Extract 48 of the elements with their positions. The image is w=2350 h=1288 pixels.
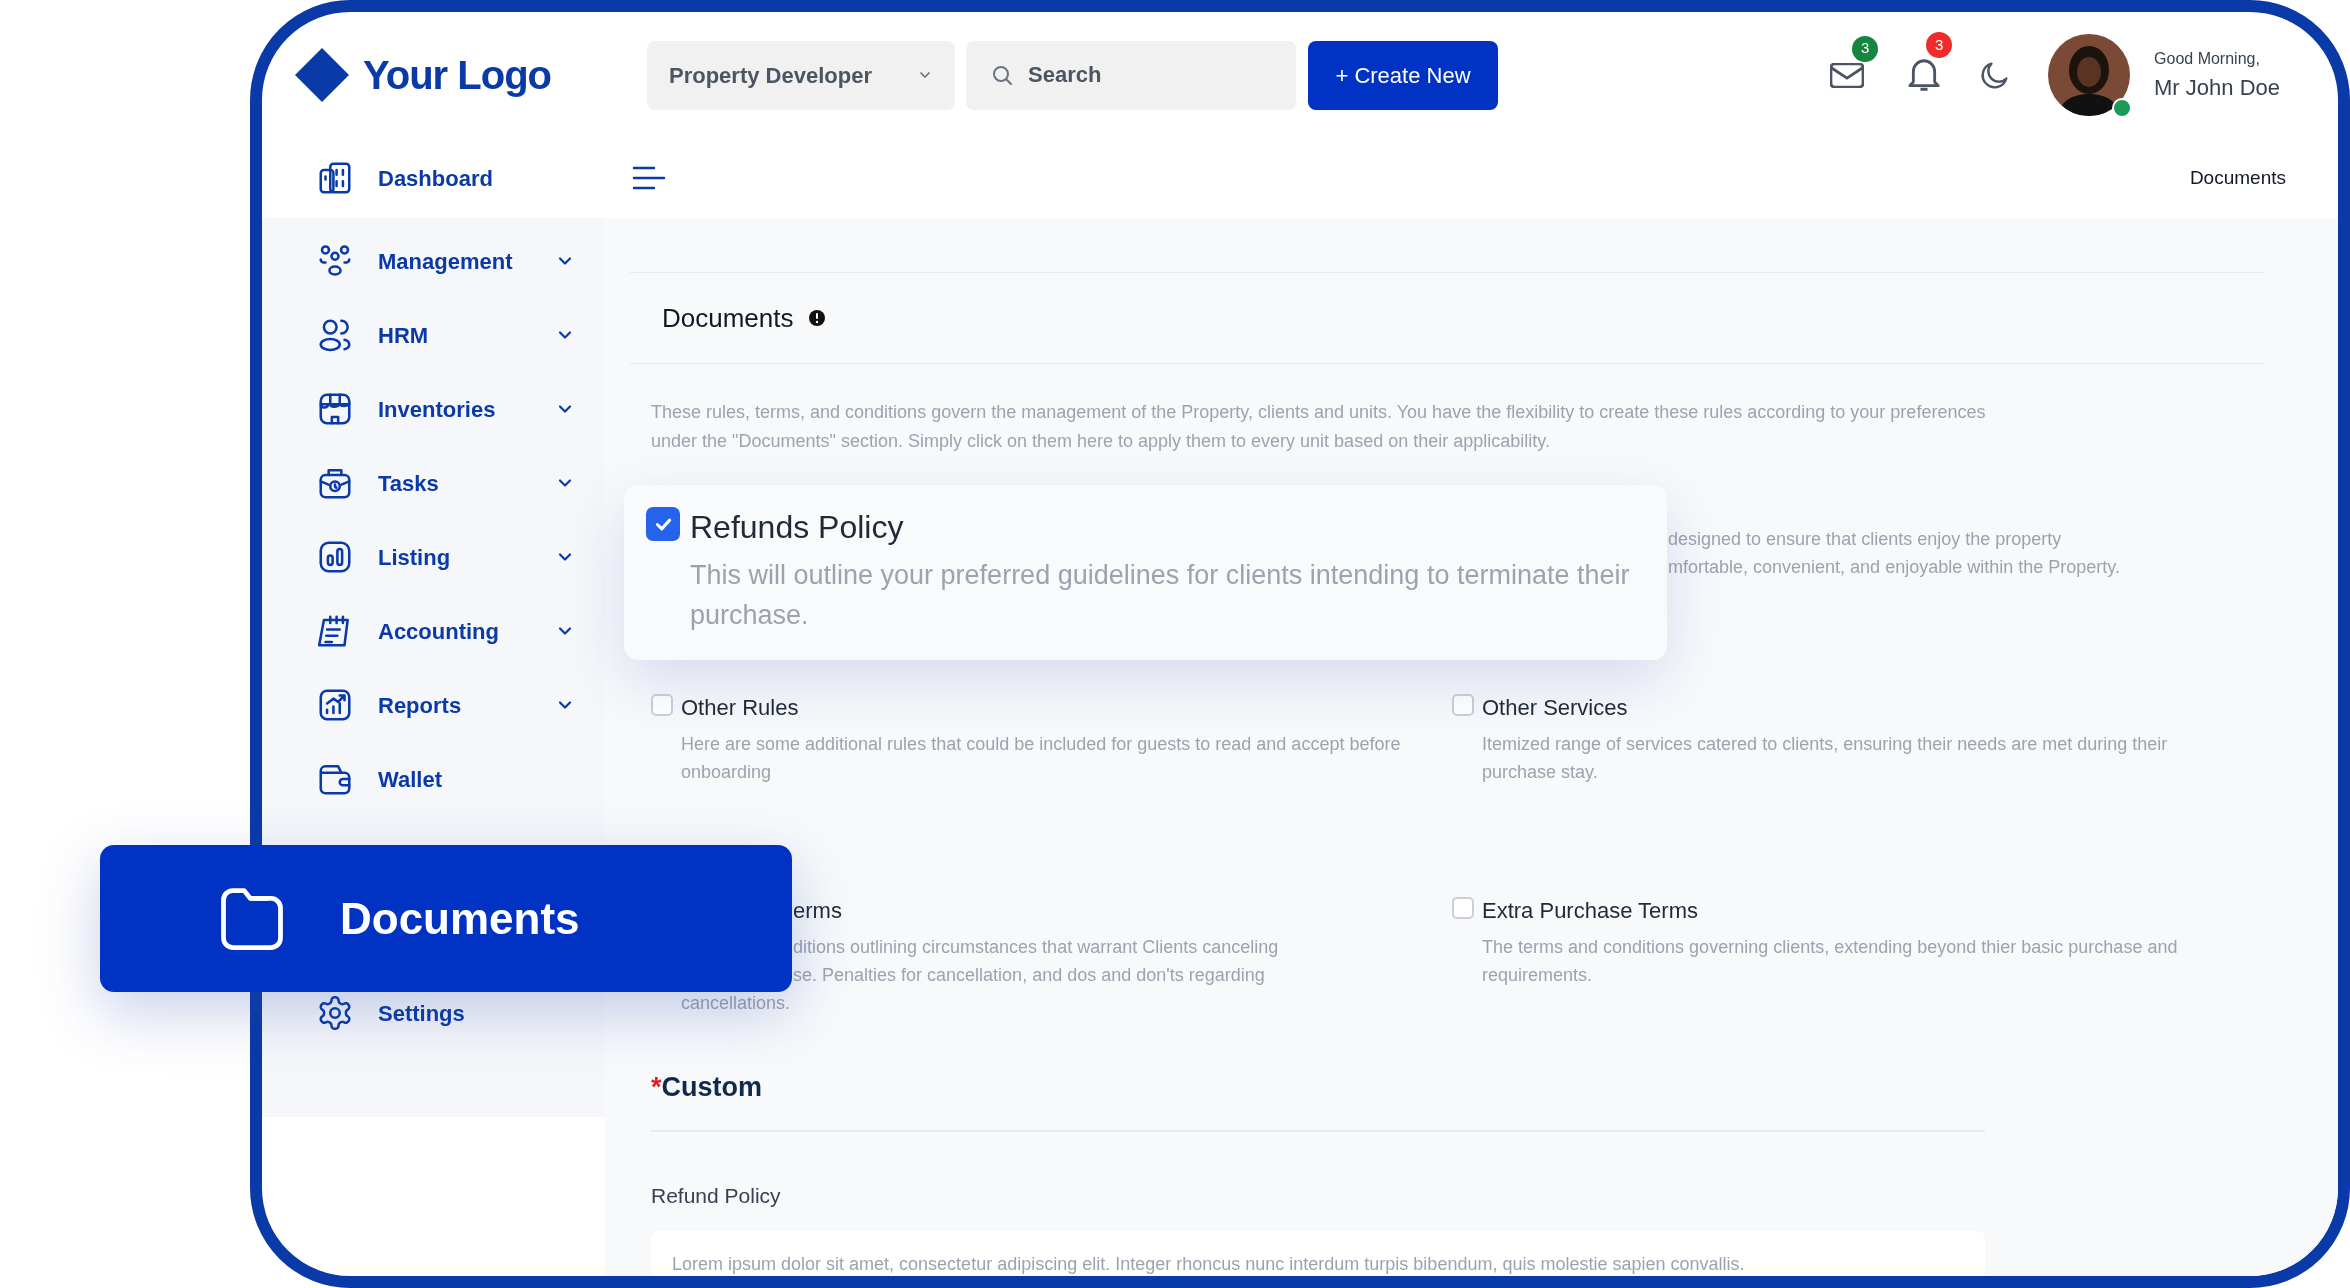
rule-description: ditions outlining circumstances that warrant Clients canceling se. Penalties for cancellation, and dos and don'ts regarding <box>793 936 1280 987</box>
bell-icon[interactable] <box>1908 59 1941 91</box>
settings-icon <box>316 994 354 1032</box>
rule-description: Here are some additional rules that could be included for guests to read and accept before onboarding <box>681 733 1401 784</box>
search-field[interactable]: Search <box>966 40 1296 110</box>
documents-nav-item[interactable]: Documents <box>100 845 792 992</box>
sidebar-item[interactable]: Settings <box>262 994 605 1032</box>
logo-text: Your Logo <box>363 52 551 99</box>
info-icon[interactable] <box>807 309 826 327</box>
sidebar-item[interactable]: Reports <box>262 668 605 742</box>
mail-icon[interactable] <box>1830 62 1865 88</box>
section-title: *Custom <box>651 1072 762 1102</box>
logo-icon <box>293 46 351 104</box>
section-title: Documents <box>662 301 794 335</box>
sidebar-item[interactable]: Accounting <box>262 594 605 668</box>
role-dropdown[interactable]: Property Developer <box>647 40 955 110</box>
rule-description: cancellations. <box>681 992 792 1015</box>
rule-description: This will outline your preferred guidelines for clients intending to terminate their purchase. <box>690 559 1631 632</box>
bar-chart-icon <box>316 538 354 576</box>
mail-count-badge: 3 <box>1852 35 1879 62</box>
rule-title: Other Services <box>1482 694 1629 722</box>
sidebar-item[interactable]: Dashboard <box>262 138 605 218</box>
rule-title: erms <box>793 897 843 925</box>
rule-title: Extra Purchase Terms <box>1482 897 1699 925</box>
user-name: Mr John Doe <box>2154 73 2280 102</box>
rule-title: Refunds Policy <box>690 508 905 547</box>
breadcrumb: Documents <box>2189 165 2286 190</box>
rule-description: Itemized range of services catered to clients, ensuring their needs are met during their purchase stay. <box>1482 733 2169 784</box>
rule-description: The terms and conditions governing clients, extending beyond thier basic purchase and requirements. <box>1482 936 2179 987</box>
featured-rule-card[interactable]: Refunds Policy This will outline your preferred guidelines for clients intending to terminate their purchase. <box>624 485 1667 660</box>
sidebar-item[interactable]: Management <box>262 224 605 298</box>
rule-description: designed to ensure that clients enjoy the property mfortable, convenient, and enjoyable within the Property. <box>1668 528 2121 579</box>
notification-count-badge: 3 <box>1926 32 1953 58</box>
field-label: Refund Policy <box>651 1182 782 1209</box>
building-icon <box>316 159 354 197</box>
sidebar-item[interactable]: Listing <box>262 520 605 594</box>
storefront-icon <box>316 390 354 428</box>
rule-title: Other Rules <box>681 694 800 722</box>
sidebar-item[interactable]: HRM <box>262 298 605 372</box>
growth-chart-icon <box>316 686 354 724</box>
create-new-button[interactable]: + Create New <box>1308 40 1498 110</box>
sidebar-item[interactable]: Wallet <box>262 742 605 816</box>
sidebar-item[interactable]: Tasks <box>262 446 605 520</box>
menu-icon[interactable] <box>632 165 666 191</box>
intro-text: These rules, terms, and conditions govern the management of the Property, clients and units. You have the flexibility to create these rules according to your preferences under the "Documents" section. Simply click on them here to apply them to every unit based on their applicability. <box>651 401 1987 453</box>
checkbox[interactable] <box>646 507 680 541</box>
greeting-text: Good Morning, <box>2154 48 2261 69</box>
sidebar-item[interactable]: Inventories <box>262 372 605 446</box>
